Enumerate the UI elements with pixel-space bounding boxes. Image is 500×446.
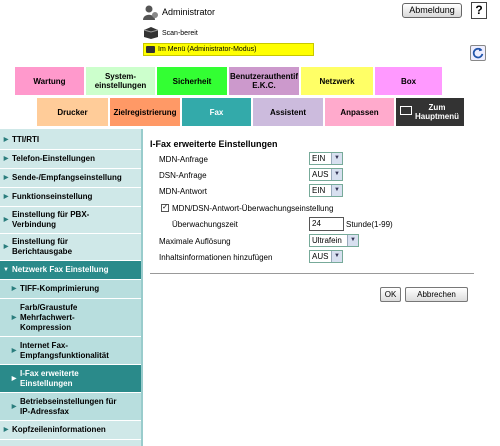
arrow-right-icon: ▶ bbox=[3, 217, 9, 223]
mode-icon bbox=[146, 46, 155, 53]
refresh-icon[interactable] bbox=[470, 45, 486, 61]
sidebar-item-netzwerk-fax[interactable]: ▼ Netzwerk Fax Einstellung bbox=[0, 261, 141, 280]
tab-label: Wartung bbox=[33, 76, 66, 86]
sidebar-item-kopfzeilen[interactable]: ▶ Kopfzeileninformationen bbox=[0, 421, 141, 440]
tab-label: Zielregistrierung bbox=[113, 107, 177, 117]
tab-anpassen[interactable]: Anpassen bbox=[324, 97, 394, 126]
tab-netzwerk[interactable]: Netzwerk bbox=[300, 66, 373, 95]
sidebar-item-farb-graustufe[interactable]: ▶ Farb/Graustufe Mehrfachwert- Kompressio… bbox=[0, 299, 141, 337]
max-resolution-select[interactable]: Ultrafein ▼ bbox=[309, 234, 359, 247]
tab-label: Fax bbox=[209, 107, 224, 117]
tab-label: Benutzerauthentif E.K.C. bbox=[230, 72, 298, 90]
tab-wartung[interactable]: Wartung bbox=[14, 66, 84, 95]
sidebar-item-internet-fax[interactable]: ▶ Internet Fax- Empfangsfunktionalität bbox=[0, 337, 141, 365]
tab-label: Anpassen bbox=[340, 107, 379, 117]
arrow-right-icon: ▶ bbox=[3, 156, 9, 162]
monitor-time-unit: Stunde(1-99) bbox=[346, 220, 393, 229]
tab-fax[interactable]: Fax bbox=[181, 97, 251, 126]
arrow-right-icon: ▶ bbox=[11, 347, 17, 354]
tab-sicherheit[interactable]: Sicherheit bbox=[156, 66, 227, 95]
mdn-request-select[interactable]: EIN ▼ bbox=[309, 152, 343, 165]
divider bbox=[150, 273, 474, 274]
dsn-request-select[interactable]: AUS ▼ bbox=[309, 168, 343, 181]
chevron-down-icon: ▼ bbox=[331, 251, 342, 262]
mode-indicator: Im Menü (Administrator-Modus) bbox=[143, 43, 314, 56]
sidebar: ▶ TTI/RTI ▶ Telefon-Einstellungen ▶ Sende-/… bbox=[0, 129, 141, 446]
arrow-right-icon: ▶ bbox=[3, 244, 9, 250]
device-status: Scan-bereit bbox=[162, 30, 198, 37]
tab-zielregistrierung[interactable]: Zielregistrierung bbox=[109, 97, 180, 126]
scanner-icon bbox=[143, 27, 159, 39]
ok-button[interactable]: OK bbox=[380, 287, 401, 302]
tab-benutzerauthentifizierung[interactable]: Benutzerauthentif E.K.C. bbox=[228, 66, 299, 95]
arrow-down-icon: ▼ bbox=[3, 267, 9, 273]
tab-drucker[interactable]: Drucker bbox=[36, 97, 108, 126]
menu-icon bbox=[400, 106, 412, 115]
mdn-response-select[interactable]: EIN ▼ bbox=[309, 184, 343, 197]
mode-text: Im Menü (Administrator-Modus) bbox=[158, 46, 257, 53]
monitor-time-label: Überwachungszeit bbox=[172, 220, 238, 229]
sidebar-item-tti-rti[interactable]: ▶ TTI/RTI bbox=[0, 131, 141, 150]
sidebar-item-berichtausgabe[interactable]: ▶ Einstellung für Berichtausgabe bbox=[0, 234, 141, 261]
monitoring-label: MDN/DSN-Antwort-Überwachungseinstellung bbox=[172, 204, 334, 213]
dsn-request-label: DSN-Anfrage bbox=[159, 171, 207, 180]
sidebar-item-pbx[interactable]: ▶ Einstellung für PBX- Verbindung bbox=[0, 207, 141, 234]
tab-assistent[interactable]: Assistent bbox=[252, 97, 323, 126]
sidebar-item-i-fax-erweitert[interactable]: ▶ I-Fax erweiterte Einstellungen bbox=[0, 365, 141, 393]
sidebar-item-sende-empfang[interactable]: ▶ Sende-/Empfangseinstellung bbox=[0, 169, 141, 188]
tab-label: Box bbox=[400, 76, 417, 86]
help-button[interactable]: ? bbox=[471, 2, 487, 19]
monitor-time-input[interactable]: 24 bbox=[309, 217, 344, 231]
content-info-label: Inhaltsinformationen hinzufügen bbox=[159, 253, 273, 262]
arrow-right-icon: ▶ bbox=[11, 375, 17, 382]
arrow-right-icon: ▶ bbox=[11, 403, 17, 410]
monitoring-checkbox[interactable]: ✓ bbox=[161, 204, 169, 212]
mdn-response-label: MDN-Antwort bbox=[159, 187, 208, 196]
arrow-right-icon: ▶ bbox=[3, 175, 9, 181]
arrow-right-icon: ▶ bbox=[11, 314, 17, 321]
logout-button[interactable]: Abmeldung bbox=[402, 3, 462, 18]
user-name: Administrator bbox=[162, 7, 216, 17]
sidebar-scrollbar[interactable] bbox=[141, 129, 143, 446]
tab-label: System- einstellungen bbox=[94, 72, 147, 90]
sidebar-item-telefon[interactable]: ▶ Telefon-Einstellungen bbox=[0, 150, 141, 169]
arrow-right-icon: ▶ bbox=[3, 137, 9, 143]
tab-box[interactable]: Box bbox=[374, 66, 442, 95]
tab-label: Assistent bbox=[269, 107, 306, 117]
tab-label: Sicherheit bbox=[172, 76, 212, 86]
arrow-right-icon: ▶ bbox=[3, 427, 9, 433]
cancel-button[interactable]: Abbrechen bbox=[405, 287, 468, 302]
administrator-icon bbox=[143, 5, 158, 20]
sidebar-item-funktion[interactable]: ▶ Funktionseinstellung bbox=[0, 188, 141, 207]
chevron-down-icon: ▼ bbox=[347, 235, 358, 246]
arrow-right-icon: ▶ bbox=[3, 194, 9, 200]
chevron-down-icon: ▼ bbox=[331, 169, 342, 180]
arrow-right-icon: ▶ bbox=[11, 286, 17, 292]
chevron-down-icon: ▼ bbox=[331, 153, 342, 164]
content-info-select[interactable]: AUS ▼ bbox=[309, 250, 343, 263]
tab-systemeinstellungen[interactable]: System- einstellungen bbox=[85, 66, 155, 95]
tab-label: Drucker bbox=[57, 107, 88, 117]
chevron-down-icon: ▼ bbox=[331, 185, 342, 196]
sidebar-item-ip-adressfax[interactable]: ▶ Betriebseinstellungen für IP-Adressfax bbox=[0, 393, 141, 421]
sidebar-item-tiff[interactable]: ▶ TIFF-Komprimierung bbox=[0, 280, 141, 299]
tab-label: Netzwerk bbox=[319, 76, 355, 86]
page-title: I-Fax erweiterte Einstellungen bbox=[150, 139, 278, 149]
tab-zum-hauptmenu[interactable]: Zum Hauptmenü bbox=[395, 97, 464, 126]
mdn-request-label: MDN-Anfrage bbox=[159, 155, 208, 164]
max-resolution-label: Maximale Auflösung bbox=[159, 237, 231, 246]
